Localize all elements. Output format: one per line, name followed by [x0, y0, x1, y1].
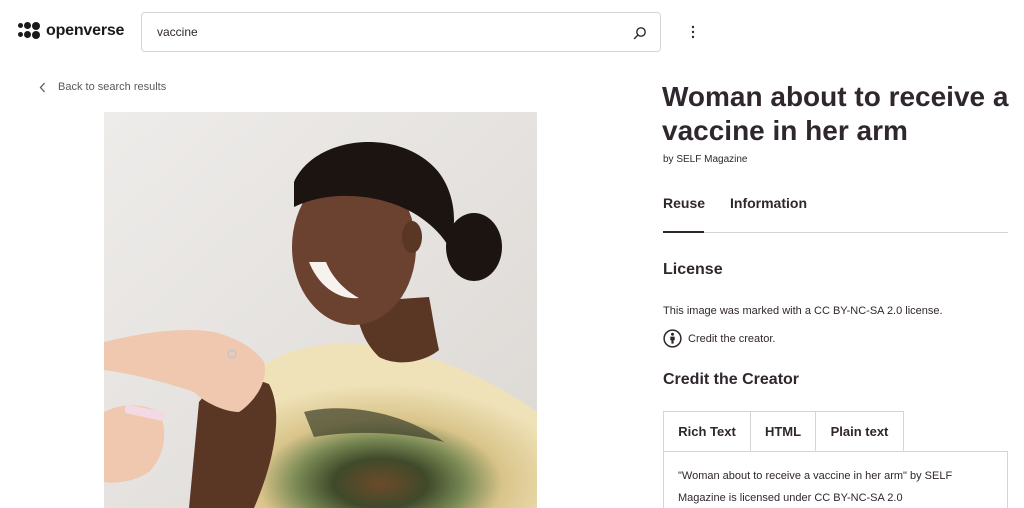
license-heading: License	[663, 261, 723, 278]
attribution-format-tabs: Rich Text HTML Plain text	[663, 411, 904, 452]
search-input[interactable]	[157, 25, 617, 39]
search-icon	[633, 27, 646, 40]
logo-text: openverse	[46, 22, 125, 39]
active-tab-indicator	[663, 231, 704, 233]
license-element: Credit the creator.	[663, 329, 775, 348]
tab-information[interactable]: Information	[730, 195, 807, 211]
back-link-label: Back to search results	[58, 81, 167, 93]
photo-illustration	[104, 112, 537, 508]
search-bar	[141, 12, 661, 52]
site-header: openverse	[0, 0, 1024, 66]
back-to-results-link[interactable]: Back to search results	[36, 81, 166, 93]
details-tabs: Reuse Information	[663, 193, 1008, 233]
tab-reuse[interactable]: Reuse	[663, 195, 705, 211]
vertical-ellipsis-icon	[691, 25, 695, 39]
credit-heading: Credit the Creator	[663, 371, 800, 388]
license-description: This image was marked with a CC BY-NC-SA…	[663, 305, 943, 317]
main-image[interactable]	[104, 112, 537, 508]
menu-button[interactable]	[683, 22, 703, 42]
image-title: Woman about to receive a vaccine in her …	[662, 81, 1009, 146]
creator-byline[interactable]: by SELF Magazine	[663, 154, 748, 165]
attribution-text-box[interactable]: "Woman about to receive a vaccine in her…	[663, 451, 1008, 508]
attribution-text: "Woman about to receive a vaccine in her…	[678, 470, 953, 504]
logo-mark-icon	[18, 22, 40, 40]
license-element-label: Credit the creator.	[688, 332, 776, 345]
tab-rich-text[interactable]: Rich Text	[663, 411, 751, 452]
cc-by-attribution-icon	[663, 329, 682, 348]
tab-html[interactable]: HTML	[751, 411, 816, 452]
openverse-logo[interactable]: openverse	[18, 22, 124, 40]
search-button[interactable]	[630, 23, 650, 43]
tab-plain-text[interactable]: Plain text	[816, 411, 904, 452]
chevron-left-icon	[36, 82, 48, 93]
